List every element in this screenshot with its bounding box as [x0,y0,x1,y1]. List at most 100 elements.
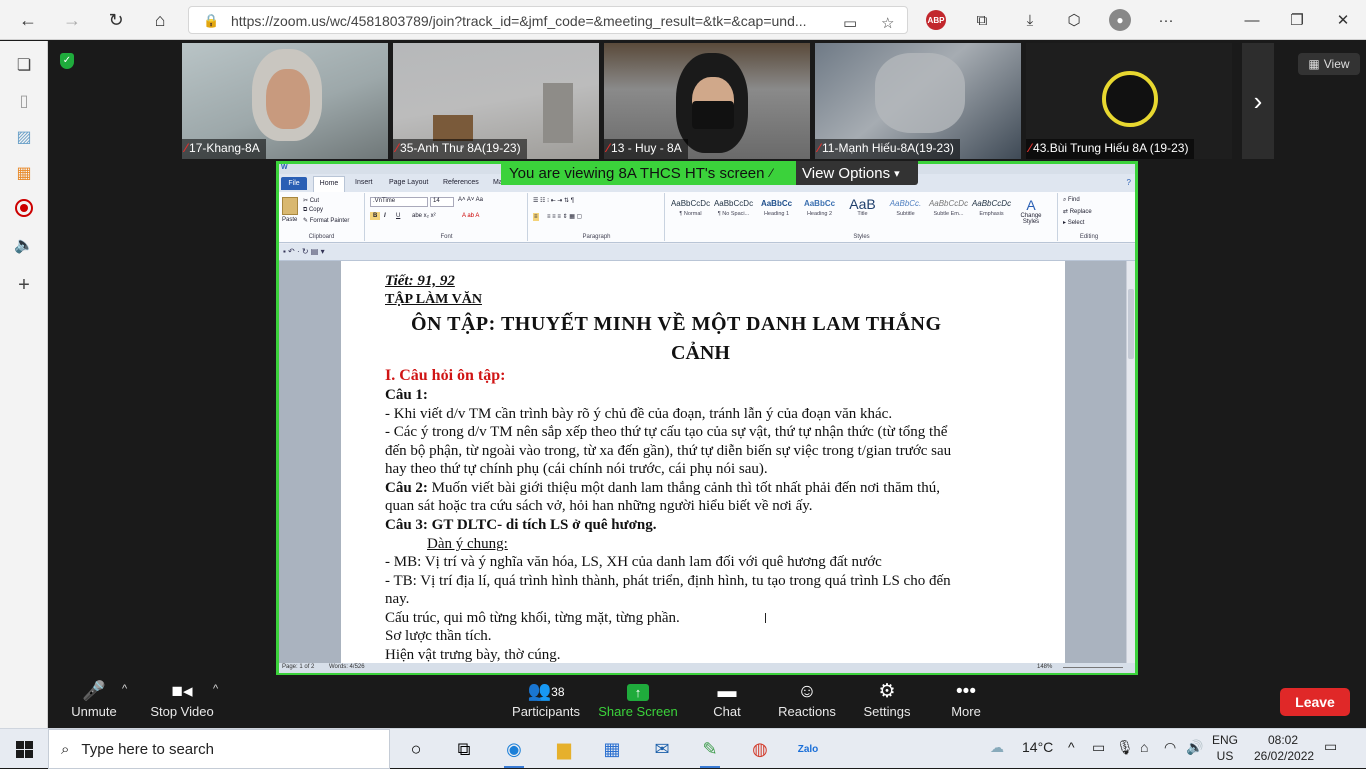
font-color-icon[interactable]: A ab A [462,213,479,219]
bullets-icon[interactable]: ☰ ☷ ⁝ ⇤ ⇥ ⇅ ¶ [533,197,574,204]
notification-icon[interactable]: ▭ [1324,738,1337,755]
underline-button[interactable]: U [396,213,400,219]
read-aloud-icon[interactable]: 🔈 [12,233,36,257]
store-icon[interactable]: ▦ [594,733,630,765]
italic-button[interactable]: I [384,213,386,219]
copy-button[interactable]: ⧉ Copy [303,207,323,214]
chrome-icon[interactable]: ◍ [742,733,778,765]
back-icon[interactable]: ← [14,6,42,34]
view-options-button[interactable]: View Options ▾ [796,161,918,185]
home-icon[interactable]: ⌂ [146,6,174,34]
unmute-button[interactable]: 🎤 Unmute [66,681,122,725]
address-bar[interactable]: 🔒 https://zoom.us/wc/4581803789/join?tra… [188,6,908,34]
chevron-up-icon[interactable]: ^ [122,683,127,695]
reactions-button[interactable]: ☺ Reactions [774,681,840,725]
edge-icon[interactable]: ◉ [496,733,532,768]
style-normal[interactable]: AaBbCcDc ¶ Normal [670,197,711,229]
help-icon[interactable]: ? [1127,178,1131,187]
cortana-icon[interactable]: ○ [398,733,434,765]
stop-video-button[interactable]: ■◂ Stop Video [148,681,216,725]
more-button[interactable]: ••• More [946,681,986,725]
select-button[interactable]: ▸ Select [1063,219,1084,226]
file-explorer-icon[interactable]: ▆ [546,733,582,765]
office-icon[interactable]: ▦ [12,161,36,185]
chevron-up-icon[interactable]: ^ [1068,739,1075,755]
device-icon[interactable]: ▭ [1092,739,1105,756]
image-icon[interactable]: ▨ [12,125,36,149]
align-icons[interactable]: ≡ ≡ ≡ ⇕ ▦ ▢ [547,213,582,220]
extensions-icon[interactable]: ⧉ [970,8,994,32]
weather-icon[interactable]: ☁ [990,739,1004,756]
menu-dots-icon[interactable]: ··· [1154,8,1178,32]
style-subtitle[interactable]: AaBbCc. Subtitle [885,197,926,229]
favorite-icon[interactable]: ☆ [881,14,894,32]
tab-file[interactable]: File [281,177,307,190]
share-screen-button[interactable]: ↑ Share Screen [596,681,680,725]
document-page[interactable]: Tiết: 91, 92 TẬP LÀM VĂN ÔN TẬP: THUYẾT … [341,261,1065,671]
tab-insert[interactable]: Insert [355,179,373,186]
strikethrough-icon[interactable]: abe x₂ x² [412,213,436,219]
paste-icon[interactable] [282,197,298,215]
downloads-icon[interactable]: ⤓ [1018,8,1042,32]
style-no-spacing[interactable]: AaBbCcDc ¶ No Spaci... [713,197,754,229]
taskbar-search[interactable]: ⌕ Type here to search [48,729,390,769]
leave-button[interactable]: Leave [1280,688,1350,716]
tab-page-layout[interactable]: Page Layout [389,179,428,186]
chat-button[interactable]: ▬ Chat [704,681,750,725]
profile-icon[interactable]: ● [1109,9,1131,31]
cut-button[interactable]: ✂ Cut [303,197,319,204]
paste-button[interactable]: Paste [282,217,297,223]
clock[interactable]: 08:02 26/02/2022 [1254,732,1314,764]
grow-font-icon[interactable]: A˄ A˅ Aa [458,197,483,203]
task-view-icon[interactable]: ⧉ [446,733,482,765]
save-icon[interactable]: ▪ ↶ · ↻ ▤ ▾ [283,247,325,256]
zoom-level[interactable]: 148% [1037,664,1052,670]
camera-icon[interactable]: ▭ [843,14,857,32]
minimize-icon[interactable]: — [1240,8,1264,32]
chevron-up-icon[interactable]: ^ [213,683,218,695]
forward-icon[interactable]: → [58,6,86,34]
adblock-icon[interactable]: ABP [926,10,946,30]
replace-button[interactable]: ⇄ Replace [1063,208,1092,215]
next-page-arrow-icon[interactable]: › [1242,43,1274,159]
mic-icon[interactable]: 🎙 [1116,739,1134,756]
zalo-icon[interactable]: Zalo [790,733,826,765]
participant-tile[interactable]: ⁄ 11-Mạnh Hiếu-8A(19-23) [815,43,1021,159]
view-button[interactable]: ▦ View [1298,53,1360,75]
wifi-icon[interactable]: ◠ [1164,739,1176,756]
participant-tile[interactable]: ⁄ 43.Bùi Trung Hiếu 8A (19-23) [1026,43,1232,159]
page-icon[interactable]: ▯ [12,89,36,113]
network-icon[interactable]: ⌂ [1140,739,1148,755]
weather-temp[interactable]: 14°C [1022,739,1053,755]
participants-button[interactable]: 👥38 Participants [508,681,584,725]
collections-icon[interactable]: ⬡ [1062,8,1086,32]
settings-button[interactable]: ⚙ Settings [860,681,914,725]
style-heading-1[interactable]: AaBbCc Heading 1 [756,197,797,229]
participant-tile[interactable]: ⁄ 13 - Huy - 8A [604,43,810,159]
style-subtle-emphasis[interactable]: AaBbCcDc Subtle Em... [928,197,969,229]
participant-tile[interactable]: ⁄ 35-Anh Thư 8A(19-23) [393,43,599,159]
volume-icon[interactable]: 🔊 [1186,739,1203,756]
tab-home[interactable]: Home [313,176,345,192]
mail-icon[interactable]: ✉ [644,733,680,765]
close-icon[interactable]: ✕ [1331,8,1355,32]
align-left-icon[interactable]: ≡ [533,213,539,221]
maximize-icon[interactable]: ❐ [1285,8,1309,32]
add-icon[interactable]: + [12,273,36,297]
style-title[interactable]: AaB Title [842,197,883,229]
input-language[interactable]: ENG US [1210,732,1240,764]
start-button[interactable] [0,729,48,769]
style-heading-2[interactable]: AaBbCc Heading 2 [799,197,840,229]
find-button[interactable]: ⌕ Find [1063,197,1080,204]
change-styles-button[interactable]: A Change Styles [1016,197,1046,225]
tab-actions-icon[interactable]: ❏ [12,53,36,77]
bold-button[interactable]: B [370,212,381,220]
app-icon[interactable]: ✎ [692,733,728,768]
zoom-slider[interactable] [1063,667,1123,668]
font-name-select[interactable]: .VnTime [370,197,428,207]
font-size-select[interactable]: 14 [430,197,454,207]
format-painter-button[interactable]: ✎ Format Painter [303,217,349,224]
record-icon[interactable] [15,199,33,217]
participant-tile[interactable]: ⁄ 17-Khang-8A [182,43,388,159]
style-emphasis[interactable]: AaBbCcDc Emphasis [971,197,1012,229]
